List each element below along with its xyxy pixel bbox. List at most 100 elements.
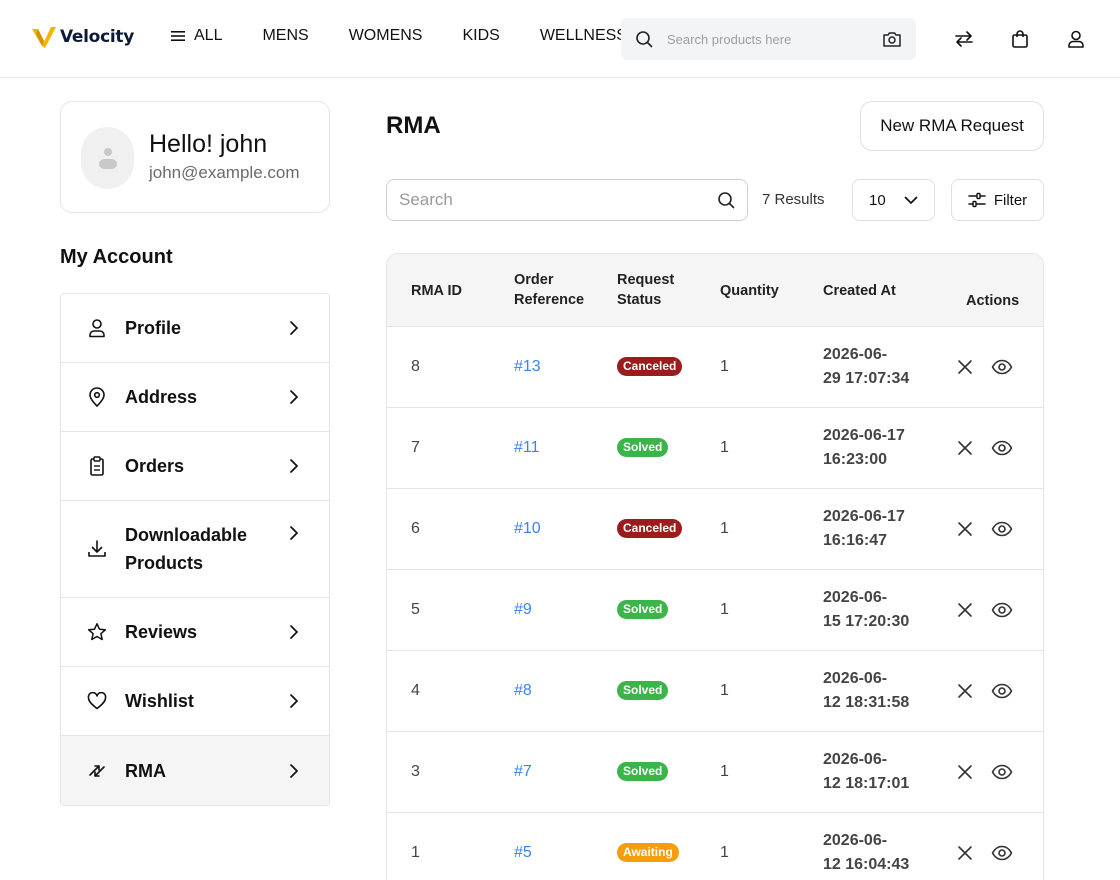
cell-quantity: 1	[720, 844, 729, 861]
nav-all[interactable]: ALL	[170, 27, 222, 45]
cell-order-reference-link[interactable]: #5	[514, 844, 532, 862]
cancel-icon[interactable]	[955, 843, 975, 863]
cancel-icon[interactable]	[955, 357, 975, 377]
chevron-right-icon	[286, 389, 302, 405]
rma-table: RMA ID Order Reference Request Status Qu…	[386, 253, 1044, 880]
cell-order-reference-link[interactable]: #11	[514, 439, 540, 457]
view-eye-icon[interactable]	[991, 438, 1013, 458]
location-pin-icon	[87, 387, 107, 407]
bag-icon[interactable]	[1009, 28, 1031, 50]
user-icon	[87, 318, 107, 338]
menu-item-address[interactable]: Address	[61, 363, 329, 432]
rma-search-input[interactable]	[399, 190, 717, 210]
cell-rma-id: 6	[411, 520, 420, 537]
cell-order-reference-link[interactable]: #8	[514, 682, 532, 700]
menu-icon	[171, 31, 185, 41]
menu-item-address-label: Address	[125, 387, 198, 407]
view-eye-icon[interactable]	[991, 357, 1013, 377]
menu-item-downloadable-products[interactable]: Downloadable Products	[61, 501, 329, 598]
exchange-icon	[87, 761, 107, 781]
page-title: RMA	[386, 112, 441, 139]
filter-label: Filter	[993, 191, 1028, 209]
cell-order-reference-link[interactable]: #13	[514, 358, 541, 376]
avatar	[81, 127, 134, 189]
table-header: RMA ID Order Reference Request Status Qu…	[387, 254, 1043, 327]
nav-wellness-label: WELLNESS	[539, 27, 627, 44]
top-header: Velocity ALL MENS WOMENS KIDS WELLNESS S…	[0, 0, 1120, 78]
chevron-right-icon	[286, 693, 302, 709]
nav-womens-label: WOMENS	[348, 27, 423, 44]
per-page-select[interactable]: 10	[852, 179, 935, 221]
nav-wellness[interactable]: WELLNESS	[540, 27, 627, 45]
compare-icon[interactable]	[953, 28, 975, 50]
cell-quantity: 1	[720, 682, 729, 699]
cell-order-reference-link[interactable]: #7	[514, 763, 532, 781]
account-menu: Profile Address Orders Downloadable Prod…	[60, 293, 330, 806]
table-row: 4 #8 Solved 1 2026-06- 12 18:31:58	[387, 651, 1043, 732]
nav-all-label: ALL	[194, 27, 223, 44]
user-account-icon[interactable]	[1065, 28, 1087, 50]
table-row: 1 #5 Awaiting 1 2026-06- 12 16:04:43	[387, 813, 1043, 880]
main-nav: ALL MENS WOMENS KIDS WELLNESS	[170, 27, 627, 45]
view-eye-icon[interactable]	[991, 600, 1013, 620]
cell-quantity: 1	[720, 520, 729, 537]
menu-item-reviews[interactable]: Reviews	[61, 598, 329, 667]
filter-button[interactable]: Filter	[951, 179, 1044, 221]
cell-rma-id: 8	[411, 358, 420, 375]
cell-order-reference-link[interactable]: #9	[514, 601, 532, 619]
cancel-icon[interactable]	[955, 681, 975, 701]
col-quantity: Quantity	[720, 283, 779, 299]
cancel-icon[interactable]	[955, 438, 975, 458]
cell-order-reference-link[interactable]: #10	[514, 520, 541, 538]
col-created-at: Created At	[823, 283, 896, 299]
view-eye-icon[interactable]	[991, 519, 1013, 539]
cancel-icon[interactable]	[955, 762, 975, 782]
view-eye-icon[interactable]	[991, 843, 1013, 863]
cell-created-at-line1: 2026-06-	[823, 589, 888, 606]
table-row: 7 #11 Solved 1 2026-06-17 16:23:00	[387, 408, 1043, 489]
chevron-right-icon	[286, 525, 302, 541]
clipboard-icon	[87, 456, 107, 476]
nav-womens[interactable]: WOMENS	[349, 27, 423, 45]
cell-created-at-line1: 2026-06-	[823, 751, 888, 768]
cell-created-at-line2: 12 18:17:01	[823, 775, 910, 792]
view-eye-icon[interactable]	[991, 681, 1013, 701]
col-status-line1: Request	[617, 272, 675, 288]
menu-item-orders[interactable]: Orders	[61, 432, 329, 501]
menu-item-wishlist-label: Wishlist	[125, 691, 194, 711]
logo[interactable]: Velocity	[32, 26, 134, 48]
chevron-down-icon	[904, 196, 918, 204]
view-eye-icon[interactable]	[991, 762, 1013, 782]
camera-icon[interactable]	[882, 30, 902, 48]
nav-mens-label: MENS	[262, 27, 309, 44]
chevron-right-icon	[286, 320, 302, 336]
cell-quantity: 1	[720, 601, 729, 618]
cell-quantity: 1	[720, 358, 729, 375]
logo-mark-icon	[32, 27, 56, 48]
table-row: 8 #13 Canceled 1 2026-06- 29 17:07:34	[387, 327, 1043, 408]
menu-item-rma[interactable]: RMA	[61, 736, 329, 805]
product-search[interactable]: Search products here	[621, 18, 916, 60]
status-badge: Canceled	[617, 357, 683, 376]
status-badge: Awaiting	[617, 843, 679, 862]
status-badge: Solved	[617, 762, 669, 781]
new-rma-request-button[interactable]: New RMA Request	[860, 101, 1044, 151]
status-badge: Canceled	[617, 519, 683, 538]
menu-item-orders-label: Orders	[125, 456, 185, 476]
status-badge: Solved	[617, 681, 669, 700]
cancel-icon[interactable]	[955, 600, 975, 620]
nav-kids-label: KIDS	[462, 27, 500, 44]
col-order-ref-line1: Order	[514, 272, 554, 288]
results-count: 7 Results	[762, 191, 825, 208]
cancel-icon[interactable]	[955, 519, 975, 539]
download-icon	[87, 539, 107, 559]
cell-rma-id: 7	[411, 439, 420, 456]
menu-item-profile[interactable]: Profile	[61, 294, 329, 363]
col-order-ref-line2: Reference	[514, 292, 585, 308]
search-icon	[636, 31, 653, 48]
nav-kids[interactable]: KIDS	[462, 27, 499, 45]
menu-item-wishlist[interactable]: Wishlist	[61, 667, 329, 736]
nav-mens[interactable]: MENS	[262, 27, 308, 45]
cell-created-at-line1: 2026-06-	[823, 832, 888, 849]
search-icon[interactable]	[717, 191, 735, 209]
